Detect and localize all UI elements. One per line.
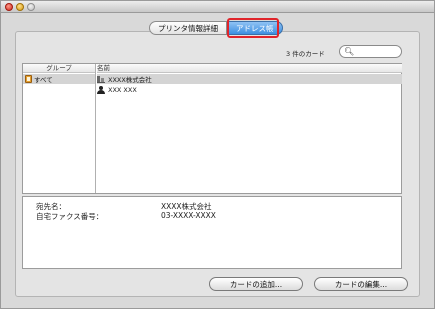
group-column: グループ すべて <box>23 64 96 193</box>
tab-printer-details[interactable]: プリンタ情報詳細 <box>149 21 227 35</box>
close-window-button[interactable] <box>5 3 13 11</box>
list-item[interactable]: XXX XXX <box>97 85 402 95</box>
group-item-label: すべて <box>34 76 53 84</box>
group-column-header[interactable]: グループ <box>23 64 95 73</box>
list-item-label: XXX XXX <box>108 86 137 94</box>
address-book-window: プリンタ情報詳細 アドレス帳 3 件のカード 🔍︎ グループ すべて 名前 XX… <box>0 0 435 309</box>
minimize-window-button[interactable] <box>16 3 24 11</box>
title-bar <box>1 1 434 13</box>
address-book-icon <box>25 75 32 83</box>
card-count: 3 件のカード <box>286 50 325 58</box>
add-card-button[interactable]: カードの追加... <box>209 277 303 291</box>
search-icon: 🔍︎ <box>344 47 355 56</box>
card-detail-pane: 宛先名： XXXX株式会社 自宅ファクス番号： 03-XXXX-XXXX <box>22 196 402 269</box>
company-icon <box>97 75 105 83</box>
detail-value-home-fax: 03-XXXX-XXXX <box>161 211 216 220</box>
group-item-all[interactable]: すべて <box>23 74 95 84</box>
tab-highlight-annotation <box>227 18 279 38</box>
zoom-window-button[interactable] <box>27 3 35 11</box>
list-item-label: XXXX株式会社 <box>108 76 152 84</box>
person-icon <box>97 86 105 94</box>
detail-label-home-fax: 自宅ファクス番号： <box>36 212 104 221</box>
list-item[interactable]: XXXX株式会社 <box>97 74 402 84</box>
edit-card-button[interactable]: カードの編集... <box>314 277 408 291</box>
card-list: グループ すべて 名前 XXXX株式会社 XXX XXX <box>22 63 402 194</box>
search-input[interactable]: 🔍︎ <box>339 45 402 58</box>
name-column-header[interactable]: 名前 <box>97 64 402 73</box>
